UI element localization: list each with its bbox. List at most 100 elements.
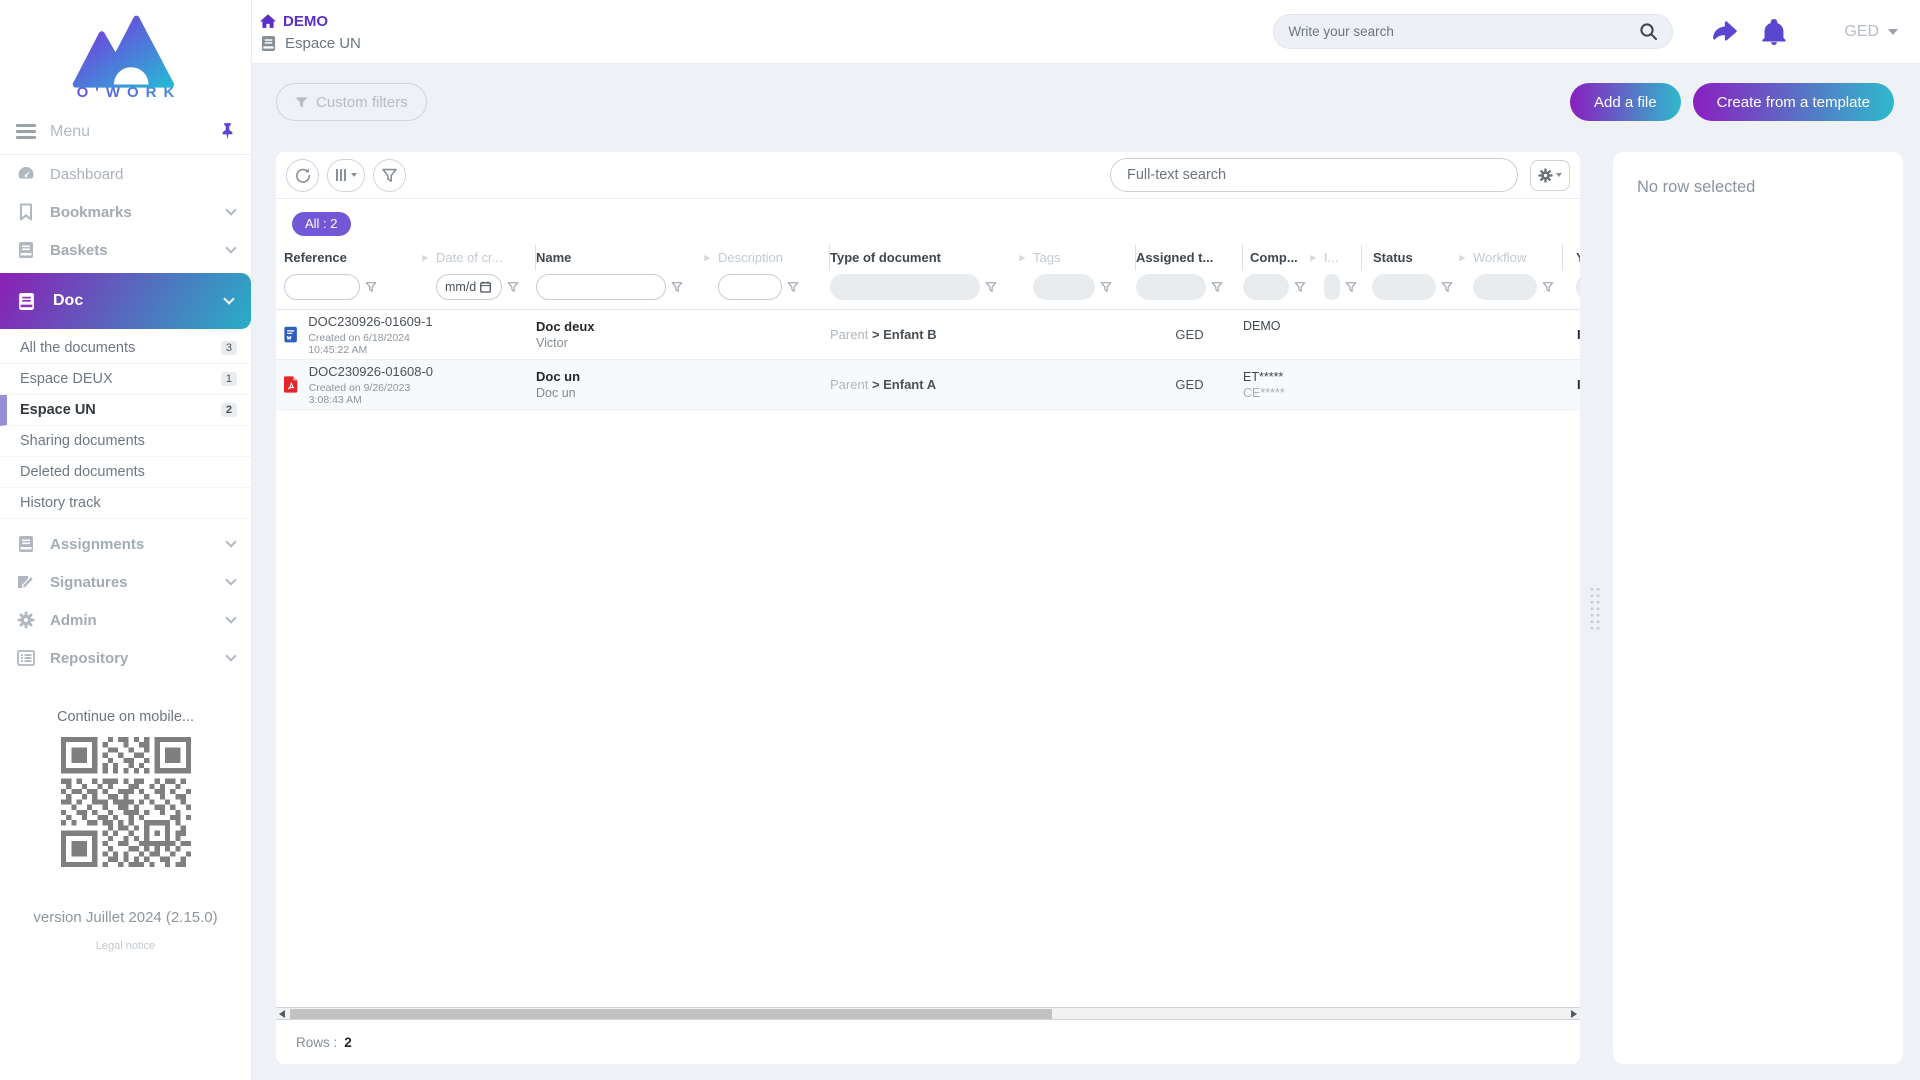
menu-label: Menu bbox=[50, 122, 91, 140]
sidebar-item-sharing-documents[interactable]: Sharing documents bbox=[0, 426, 251, 457]
sidebar-item-repository[interactable]: Repository bbox=[0, 639, 251, 677]
chevron-down-icon bbox=[223, 293, 235, 305]
topbar: DEMO Espace UN GED bbox=[252, 0, 1920, 64]
document-clipped-value: I bbox=[1577, 327, 1580, 342]
filter-funnel-icon[interactable] bbox=[507, 281, 519, 293]
fulltext-search-input[interactable] bbox=[1127, 167, 1501, 183]
tab-all-count[interactable]: All : 2 bbox=[292, 212, 351, 236]
document-reference: DOC230926-01608-0 bbox=[308, 363, 434, 379]
scrollbar-thumb[interactable] bbox=[290, 1009, 1052, 1019]
sidebar-item-doc-active[interactable]: Doc bbox=[0, 273, 251, 329]
table-row[interactable]: DOC230926-01608-0 Created on 9/26/2023 3… bbox=[276, 360, 1580, 410]
breadcrumb-root[interactable]: DEMO bbox=[260, 13, 361, 30]
filter-cell-workflow bbox=[1473, 274, 1563, 300]
sidebar-item-admin[interactable]: Admin bbox=[0, 601, 251, 639]
panel-resize-handle[interactable] bbox=[1589, 586, 1601, 632]
sidebar-item-signatures[interactable]: Signatures bbox=[0, 563, 251, 601]
user-label: GED bbox=[1844, 22, 1879, 40]
filter-funnel-icon[interactable] bbox=[787, 281, 799, 293]
table-toolbar bbox=[276, 152, 1580, 199]
global-search-input[interactable] bbox=[1288, 24, 1640, 39]
column-header-assigned[interactable]: Assigned t... bbox=[1136, 245, 1243, 270]
sidebar-item-espace-un[interactable]: Espace UN 2 bbox=[0, 395, 251, 426]
document-assigned-to: GED bbox=[1175, 377, 1204, 392]
column-header-name[interactable]: Name bbox=[536, 245, 718, 270]
filter-cell-clipped bbox=[1563, 274, 1580, 300]
table-row[interactable]: DOC230926-01609-1 Created on 6/18/2024 1… bbox=[276, 310, 1580, 360]
document-clipped-value: I bbox=[1577, 377, 1580, 392]
column-header-status[interactable]: Status bbox=[1362, 245, 1473, 270]
horizontal-scrollbar[interactable] bbox=[276, 1007, 1580, 1020]
notifications-bell-icon[interactable] bbox=[1762, 18, 1786, 45]
filter-funnel-icon[interactable] bbox=[1345, 281, 1357, 293]
sidebar-item-all-documents[interactable]: All the documents 3 bbox=[0, 333, 251, 364]
sidebar-item-dashboard[interactable]: Dashboard bbox=[0, 155, 251, 193]
filter-cell-name bbox=[536, 274, 718, 300]
column-header-description[interactable]: Description bbox=[718, 245, 830, 270]
filter-funnel-icon[interactable] bbox=[1441, 281, 1453, 293]
menu-toggle[interactable]: Menu bbox=[0, 109, 251, 155]
columns-button[interactable] bbox=[327, 158, 365, 192]
tags-filter-disabled bbox=[1033, 274, 1095, 300]
filter-funnel-icon[interactable] bbox=[1294, 281, 1306, 293]
filters-button[interactable] bbox=[373, 158, 406, 192]
user-menu[interactable]: GED bbox=[1844, 23, 1898, 41]
workflow-filter-disabled bbox=[1473, 274, 1537, 300]
search-icon[interactable] bbox=[1639, 22, 1658, 41]
column-header-date[interactable]: Date of cr... bbox=[436, 245, 536, 270]
breadcrumb-root-label: DEMO bbox=[283, 13, 328, 30]
column-header-clipped[interactable]: Y bbox=[1563, 245, 1580, 270]
sidebar-item-bookmarks[interactable]: Bookmarks bbox=[0, 193, 251, 231]
description-filter-input[interactable] bbox=[719, 280, 781, 294]
sidebar-item-baskets[interactable]: Baskets bbox=[0, 231, 251, 269]
filter-funnel-icon[interactable] bbox=[365, 281, 377, 293]
count-badge: 2 bbox=[220, 403, 237, 417]
sub-item-label: Deleted documents bbox=[20, 464, 145, 480]
filter-funnel-icon[interactable] bbox=[985, 281, 997, 293]
sub-item-label: All the documents bbox=[20, 340, 136, 356]
breadcrumb-space[interactable]: Espace UN bbox=[260, 35, 361, 52]
document-type-parent: Parent bbox=[830, 327, 869, 342]
table-settings-button[interactable] bbox=[1530, 159, 1570, 191]
fulltext-search bbox=[1110, 158, 1518, 192]
document-name: Doc un bbox=[536, 369, 581, 384]
chevron-down-icon bbox=[225, 536, 237, 548]
date-filter-input[interactable]: mm/d bbox=[436, 274, 502, 300]
filter-funnel-icon bbox=[295, 96, 308, 108]
column-header-workflow[interactable]: Workflow bbox=[1473, 245, 1563, 270]
share-icon[interactable] bbox=[1711, 20, 1738, 44]
refresh-button[interactable] bbox=[286, 158, 319, 192]
document-type-child: > Enfant B bbox=[871, 327, 937, 342]
filter-funnel-icon[interactable] bbox=[1100, 281, 1112, 293]
filter-funnel-icon[interactable] bbox=[1211, 281, 1223, 293]
sidebar-item-deleted-documents[interactable]: Deleted documents bbox=[0, 457, 251, 488]
table-footer: Rows : 2 bbox=[276, 1020, 1580, 1064]
pin-sidebar-icon[interactable] bbox=[220, 123, 235, 140]
scroll-right-arrow[interactable] bbox=[1571, 1010, 1577, 1018]
chevron-down-icon bbox=[225, 650, 237, 662]
add-file-button[interactable]: Add a file bbox=[1570, 83, 1681, 121]
mountain-logo-icon bbox=[72, 15, 174, 88]
sidebar: O'WORK Menu Dashboard Bookmarks Baskets … bbox=[0, 0, 252, 1080]
reference-filter-input[interactable] bbox=[285, 280, 359, 294]
sidebar-item-history-track[interactable]: History track bbox=[0, 488, 251, 519]
filter-cell-status bbox=[1362, 274, 1473, 300]
column-header-i[interactable]: I... bbox=[1324, 245, 1362, 270]
column-header-reference[interactable]: Reference bbox=[284, 245, 436, 270]
legal-notice-link[interactable]: Legal notice bbox=[0, 940, 251, 952]
create-from-template-button[interactable]: Create from a template bbox=[1692, 83, 1894, 121]
chevron-down-icon bbox=[1888, 28, 1898, 35]
custom-filters-button[interactable]: Custom filters bbox=[276, 83, 427, 121]
name-filter-input[interactable] bbox=[537, 280, 665, 294]
filter-funnel-icon[interactable] bbox=[671, 281, 683, 293]
sidebar-item-assignments[interactable]: Assignments bbox=[0, 525, 251, 563]
column-header-tags[interactable]: Tags bbox=[1033, 245, 1136, 270]
sidebar-item-espace-deux[interactable]: Espace DEUX 1 bbox=[0, 364, 251, 395]
filter-funnel-icon[interactable] bbox=[1542, 281, 1554, 293]
hamburger-icon bbox=[16, 121, 36, 143]
scroll-left-arrow[interactable] bbox=[279, 1010, 285, 1018]
column-header-comp[interactable]: Comp... bbox=[1243, 245, 1324, 270]
clipped-filter-disabled bbox=[1576, 274, 1580, 300]
column-header-type[interactable]: Type of document bbox=[830, 245, 1033, 270]
word-document-icon bbox=[284, 326, 297, 343]
